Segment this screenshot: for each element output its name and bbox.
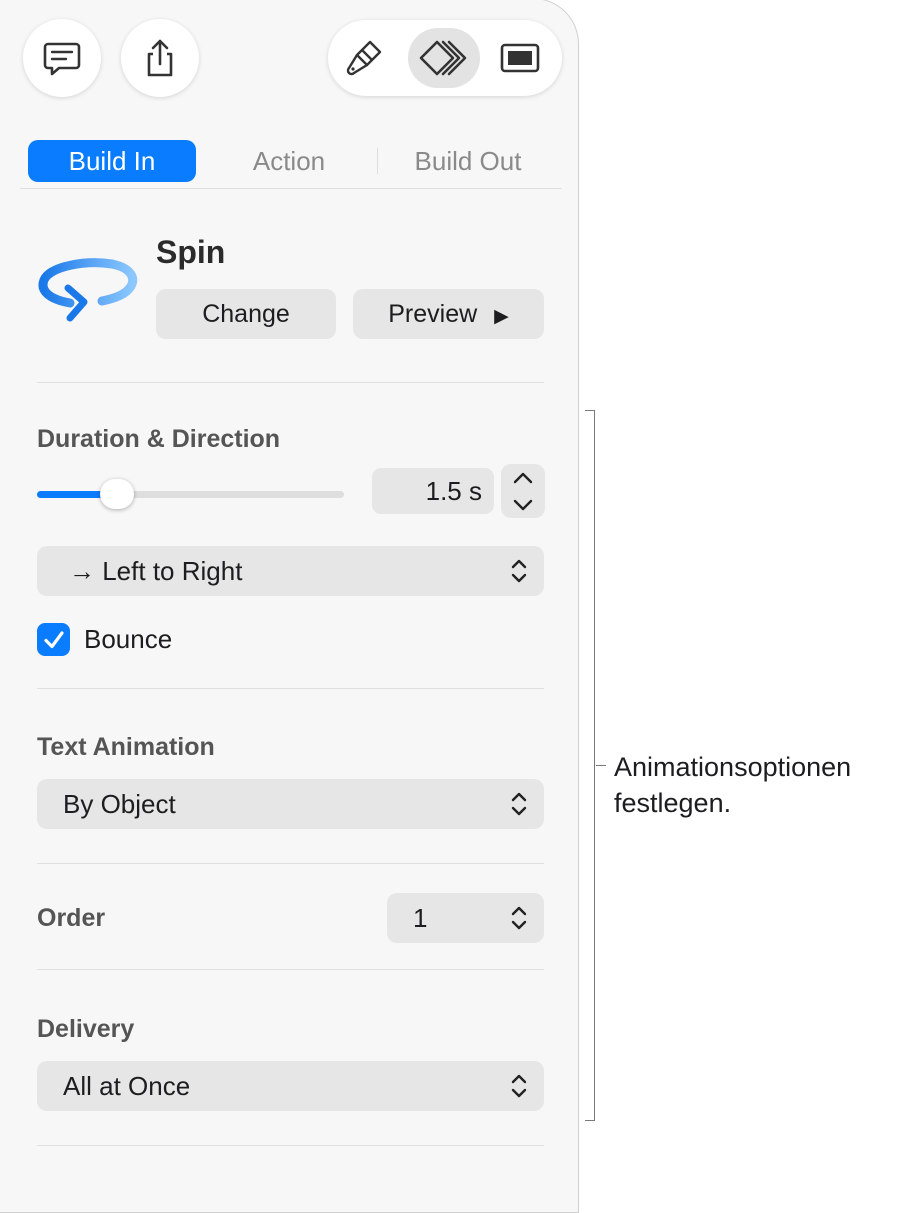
chevron-up-icon [513,472,533,483]
duration-slider-thumb[interactable] [99,479,134,509]
tab-build-in[interactable]: Build In [28,140,196,182]
section-divider [37,688,544,689]
stepper-up-button[interactable] [501,464,545,491]
effect-name: Spin [156,234,226,270]
preview-label: Preview [388,300,478,328]
share-icon [147,39,173,77]
updown-chevron-icon [511,1074,527,1098]
callout-line-1: Animationsoptionen [614,752,852,782]
direction-selected: → Left to Right [69,556,243,586]
document-icon [500,43,540,73]
tab-divider [377,148,378,174]
play-icon: ▶ [494,306,509,327]
updown-chevron-icon [511,792,527,816]
inspector-mode-switcher [328,20,562,96]
text-animation-select[interactable]: By Object [37,779,544,829]
section-divider [37,1145,544,1146]
delivery-label: Delivery [37,1015,135,1043]
order-select[interactable]: 1 [387,893,544,943]
callout-leader-line [596,765,606,766]
delivery-selected: All at Once [63,1071,191,1101]
share-button[interactable] [121,19,199,97]
callout-line-2: festlegen. [614,788,732,818]
callout-bracket [585,410,595,1121]
duration-direction-label: Duration & Direction [37,425,281,453]
delivery-select[interactable]: All at Once [37,1061,544,1111]
format-button[interactable] [334,28,394,88]
checkmark-icon [43,630,64,648]
text-animation-label: Text Animation [37,733,215,761]
tab-action[interactable]: Action [205,140,373,182]
comment-button[interactable] [23,19,101,97]
callout-text: Animationsoptionen festlegen. [614,749,894,821]
updown-chevron-icon [511,906,527,930]
animate-button[interactable] [408,28,480,88]
tab-build-out[interactable]: Build Out [383,140,553,182]
animate-icon [419,40,467,76]
direction-select[interactable]: → Left to Right [37,546,544,596]
section-divider [37,969,544,970]
updown-chevron-icon [511,559,527,583]
duration-slider[interactable] [37,491,344,498]
document-button[interactable] [490,28,550,88]
spin-effect-icon [38,258,138,322]
section-divider [37,382,544,383]
chevron-down-icon [513,499,533,510]
order-selected: 1 [413,903,428,933]
duration-value-field[interactable]: 1.5 s [372,468,494,514]
text-animation-selected: By Object [63,789,176,819]
comment-icon [43,42,81,76]
order-label: Order [37,904,106,932]
bounce-checkbox[interactable] [37,623,70,656]
stepper-down-button[interactable] [501,491,545,518]
preview-button[interactable]: Preview ▶ [353,289,544,339]
tabs-divider [20,188,562,189]
change-button[interactable]: Change [156,289,336,339]
paintbrush-icon [346,40,382,76]
bounce-label: Bounce [84,624,173,654]
section-divider [37,863,544,864]
duration-stepper[interactable] [501,464,545,518]
